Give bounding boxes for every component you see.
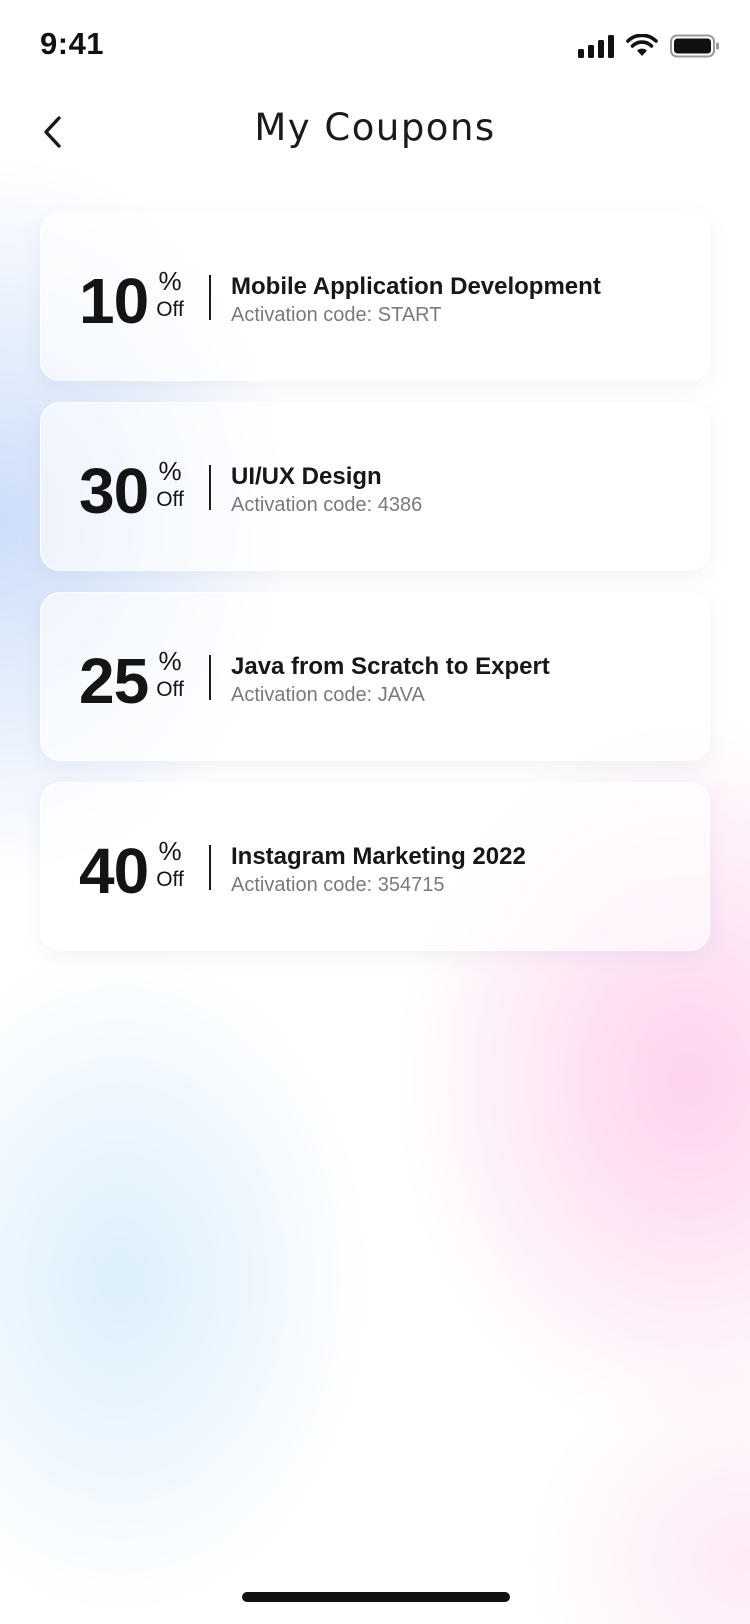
discount-suffix: % Off — [156, 268, 184, 321]
discount-value: 40 — [79, 834, 149, 907]
coupon-list: 10 % Off Mobile Application Development … — [40, 212, 710, 972]
off-label: Off — [156, 487, 184, 511]
coupon-info: UI/UX Design Activation code: 4386 — [231, 463, 422, 518]
coupon-divider — [209, 465, 211, 510]
wifi-icon — [626, 34, 658, 56]
coupon-divider — [209, 655, 211, 700]
signal-icon — [578, 34, 614, 58]
header: My Coupons — [0, 92, 750, 172]
coupon-discount: 25 % Off — [79, 593, 184, 762]
coupon-discount: 10 % Off — [79, 213, 184, 382]
coupon-info: Instagram Marketing 2022 Activation code… — [231, 843, 526, 898]
discount-value: 25 — [79, 644, 149, 717]
activation-code-label: Activation code: — [231, 683, 373, 706]
coupon-title: Instagram Marketing 2022 — [231, 843, 526, 870]
coupon-card[interactable]: 30 % Off UI/UX Design Activation code: 4… — [40, 402, 710, 571]
activation-code-value: 354715 — [377, 873, 445, 896]
activation-code-label: Activation code: — [231, 493, 373, 516]
activation-code: Activation code: 4386 — [231, 492, 422, 518]
activation-code-label: Activation code: — [231, 303, 373, 326]
percent-sign: % — [158, 645, 182, 676]
activation-code-value: START — [377, 303, 442, 326]
activation-code-label: Activation code: — [231, 873, 373, 896]
off-label: Off — [156, 867, 184, 891]
discount-value: 10 — [79, 264, 149, 337]
discount-suffix: % Off — [156, 648, 184, 701]
status-bar: 9:41 — [0, 0, 750, 92]
activation-code-value: 4386 — [377, 493, 423, 516]
status-time: 9:41 — [40, 26, 105, 61]
discount-value: 30 — [79, 454, 149, 527]
coupon-title: UI/UX Design — [231, 463, 382, 490]
coupon-title: Mobile Application Development — [231, 273, 601, 300]
status-icons — [578, 32, 720, 58]
coupon-info: Java from Scratch to Expert Activation c… — [231, 653, 550, 708]
activation-code: Activation code: 354715 — [231, 872, 526, 898]
battery-icon — [670, 34, 719, 58]
percent-sign: % — [158, 265, 182, 296]
percent-sign: % — [158, 455, 182, 486]
coupon-card[interactable]: 25 % Off Java from Scratch to Expert Act… — [40, 592, 710, 761]
off-label: Off — [156, 297, 184, 321]
discount-suffix: % Off — [156, 838, 184, 891]
percent-sign: % — [158, 835, 182, 866]
activation-code: Activation code: JAVA — [231, 682, 550, 708]
discount-suffix: % Off — [156, 458, 184, 511]
coupon-divider — [209, 275, 211, 320]
home-indicator[interactable] — [242, 1592, 510, 1602]
coupon-discount: 30 % Off — [79, 403, 184, 572]
coupon-card[interactable]: 10 % Off Mobile Application Development … — [40, 212, 710, 381]
activation-code: Activation code: START — [231, 302, 601, 328]
coupon-divider — [209, 845, 211, 890]
coupon-info: Mobile Application Development Activatio… — [231, 273, 601, 328]
activation-code-value: JAVA — [377, 683, 425, 706]
off-label: Off — [156, 677, 184, 701]
coupon-discount: 40 % Off — [79, 783, 184, 952]
coupon-card[interactable]: 40 % Off Instagram Marketing 2022 Activa… — [40, 782, 710, 951]
coupon-title: Java from Scratch to Expert — [231, 653, 550, 680]
page-title: My Coupons — [254, 106, 496, 149]
